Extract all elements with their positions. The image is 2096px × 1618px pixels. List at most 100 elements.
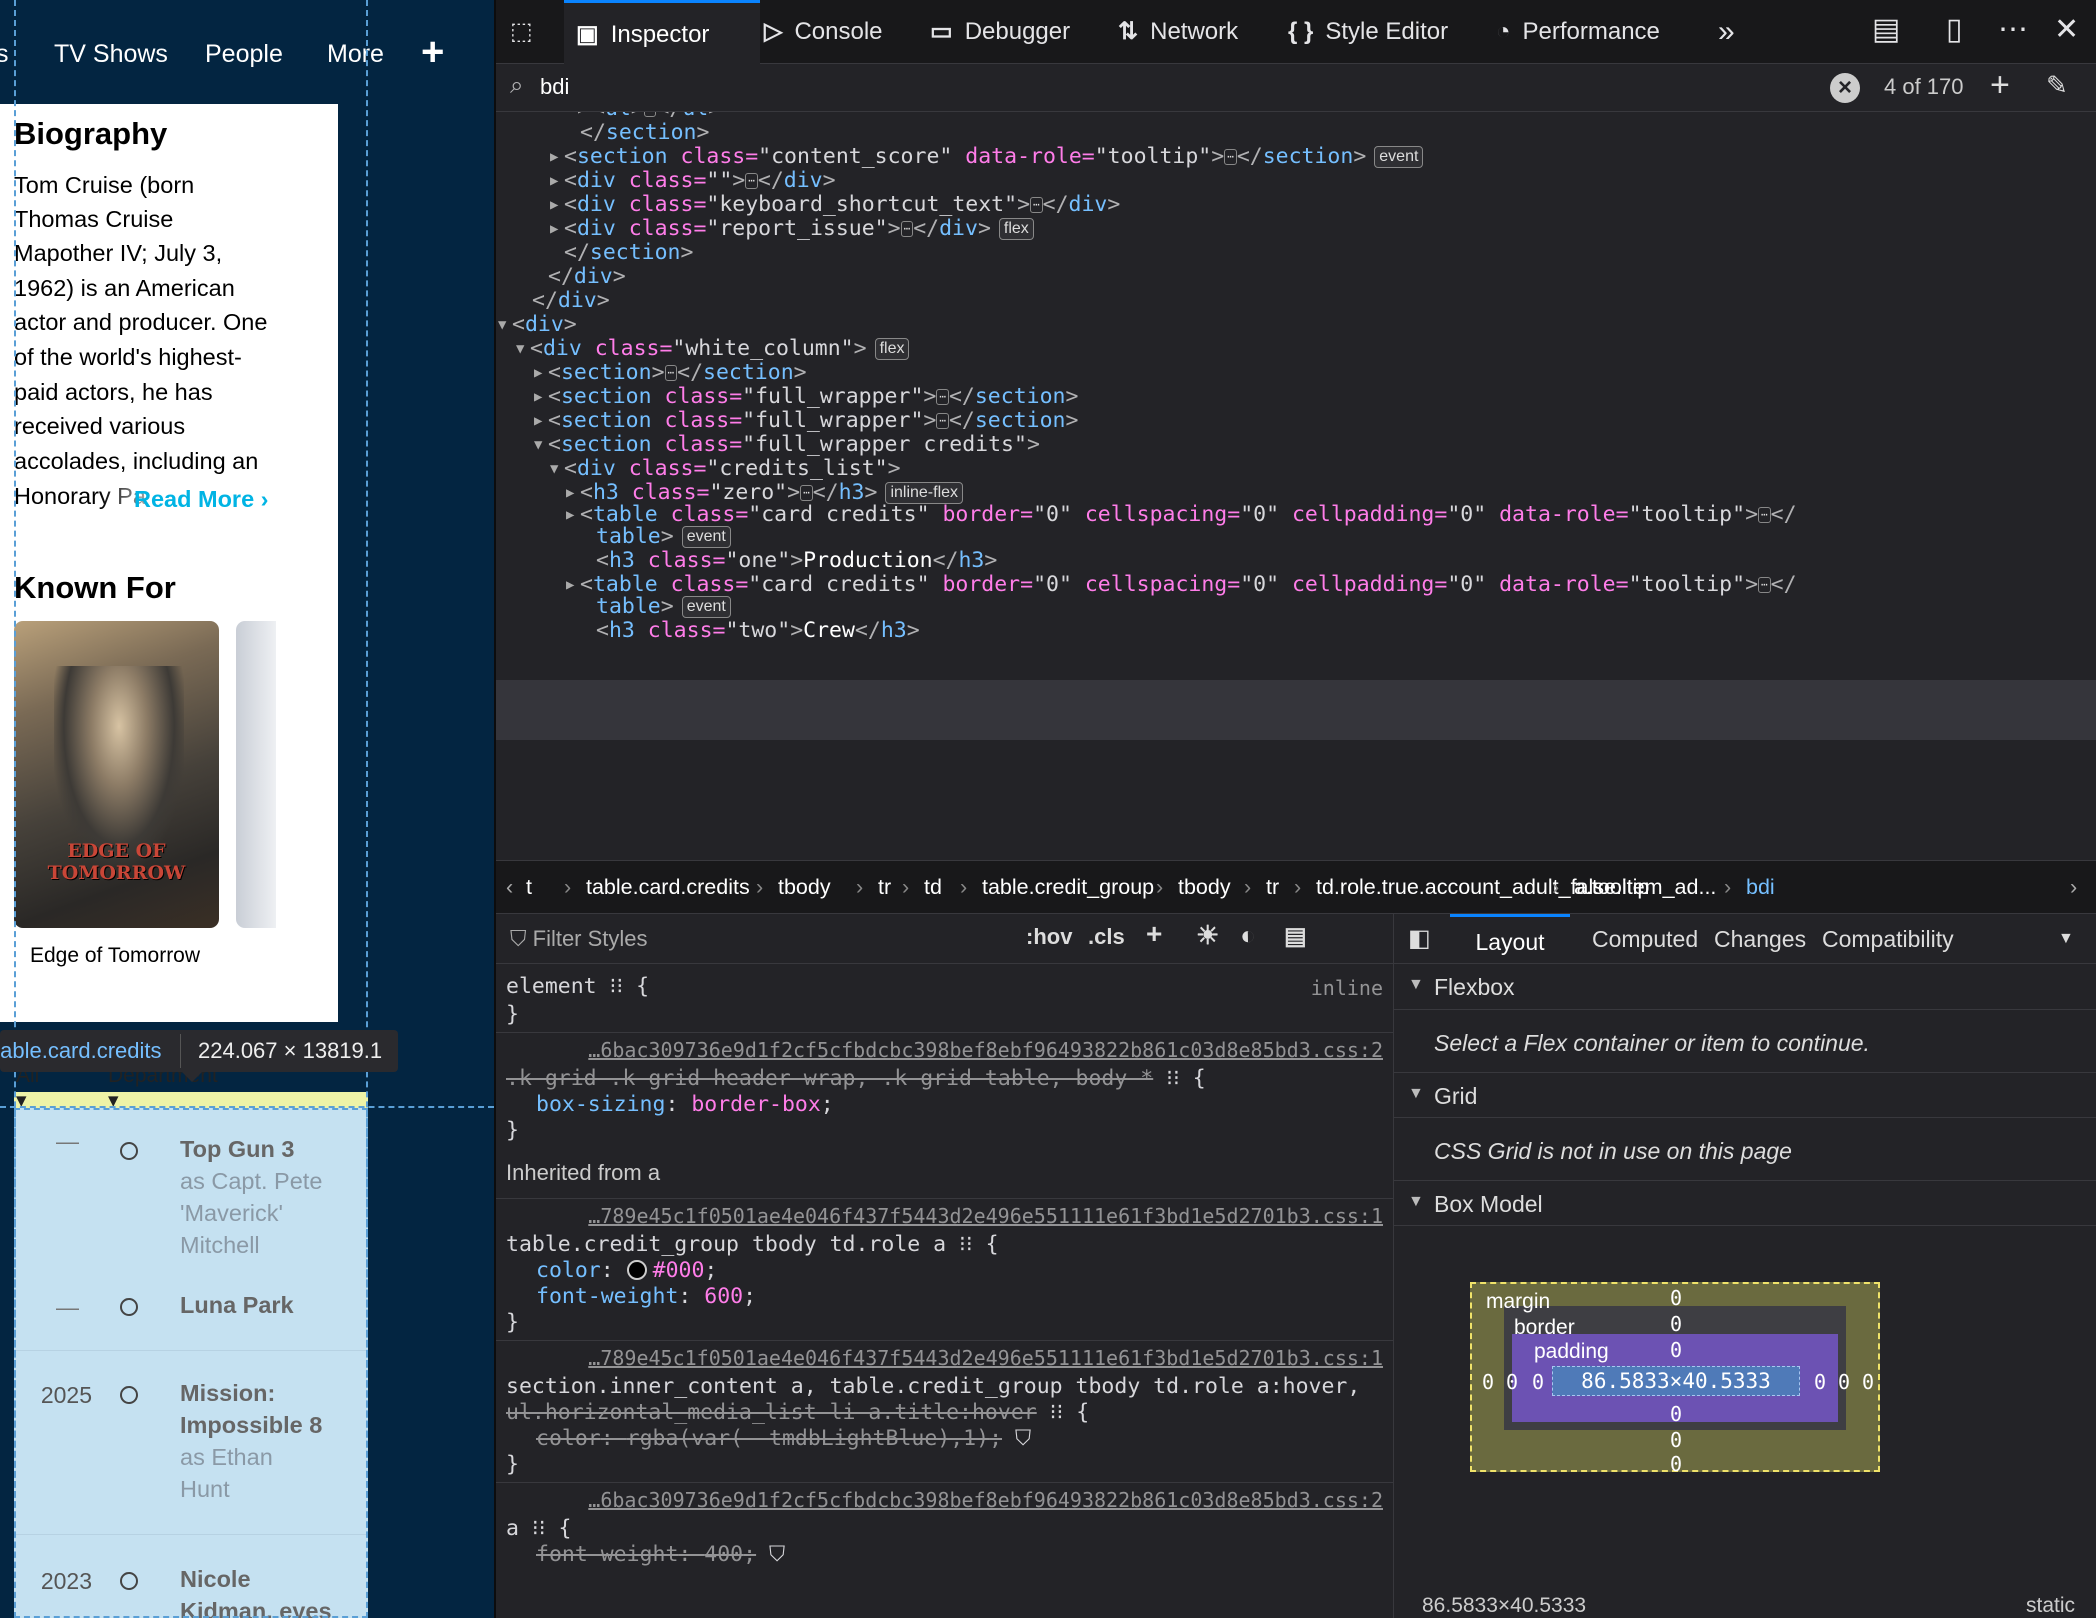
responsive-design-icon[interactable]: ▯ <box>1946 12 1963 47</box>
breadcrumb-item[interactable]: td.role.true.account_adult_false.item_ad… <box>1316 875 1716 900</box>
collapsed-ellipsis-icon[interactable]: ⋯ <box>745 173 758 189</box>
collapsed-ellipsis-icon[interactable]: ⋯ <box>900 221 914 237</box>
filter-styles-input[interactable]: ⛉ Filter Styles <box>510 926 648 952</box>
filter-icon[interactable]: ⛉ <box>769 1542 785 1567</box>
element-picker-icon[interactable]: ⬚ <box>510 0 550 64</box>
expand-down-icon[interactable]: ▼ <box>534 430 548 460</box>
node-badge[interactable]: flex <box>998 218 1034 240</box>
poster-caption[interactable]: Edge of Tomorrow <box>30 944 200 968</box>
plus-icon[interactable]: + <box>421 30 444 75</box>
markup-node-line[interactable]: ▶ <table class="card credits" border="0" … <box>566 500 1797 530</box>
tab-performance[interactable]: ◔ Performance <box>1496 0 1660 64</box>
padding-bottom-value[interactable]: 0 <box>1670 1402 1682 1426</box>
read-more-link[interactable]: Read More › <box>134 486 269 513</box>
collapsed-ellipsis-icon[interactable]: ⋯ <box>664 365 678 381</box>
rule-source-link[interactable]: …789e45c1f0501ae4e046f437f5443d2e496e551… <box>588 1204 1383 1228</box>
breadcrumb-item[interactable]: tr <box>1266 875 1279 900</box>
element-rule[interactable]: element ⁝⁝ { <box>506 972 649 1002</box>
more-tabs-chevron-icon[interactable]: » <box>1718 0 1735 64</box>
expand-down-icon[interactable]: ▼ <box>498 310 512 340</box>
node-badge[interactable]: flex <box>874 338 910 360</box>
nav-item-partial[interactable]: s <box>0 40 9 69</box>
box-model-content[interactable]: 86.5833×40.5333 <box>1552 1366 1800 1396</box>
expand-right-icon[interactable]: ▶ <box>566 570 580 600</box>
tab-computed[interactable]: Computed <box>1592 926 1698 953</box>
rule-declaration[interactable]: font-weight: 400; ⛉ <box>536 1540 785 1570</box>
node-badge[interactable]: event <box>681 596 731 618</box>
add-rule-icon[interactable]: + <box>1146 918 1162 950</box>
node-badge[interactable]: event <box>1374 146 1424 168</box>
eyedropper-icon[interactable]: ✎ <box>2046 70 2068 101</box>
tab-debugger[interactable]: ▭ Debugger <box>930 0 1070 64</box>
print-media-icon[interactable]: ▤ <box>1284 922 1307 951</box>
markup-node-line[interactable]: <h3 class="two">Crew</h3> <box>582 616 920 646</box>
breadcrumb-item[interactable]: tr <box>878 875 891 900</box>
breadcrumb-item[interactable]: a.tooltip <box>1574 875 1649 900</box>
breadcrumb-item[interactable]: td <box>924 875 942 900</box>
collapsed-ellipsis-icon[interactable]: ⋯ <box>643 112 657 117</box>
breadcrumb-item[interactable]: t <box>526 875 532 900</box>
classes-button[interactable]: .cls <box>1088 924 1125 950</box>
box-model-section-header[interactable]: ▼ Box Model <box>1394 1180 2096 1226</box>
tab-network[interactable]: ⇅ Network <box>1118 0 1238 64</box>
border-top-value[interactable]: 0 <box>1670 1312 1682 1336</box>
tab-style-editor[interactable]: { } Style Editor <box>1288 0 1448 64</box>
chevron-down-icon[interactable]: ▼ <box>2058 930 2074 948</box>
collapsed-ellipsis-icon[interactable]: ⋯ <box>1224 149 1237 165</box>
breadcrumb-item[interactable]: table.credit_group <box>982 875 1154 900</box>
markup-search-input[interactable] <box>540 70 1840 104</box>
color-swatch-icon[interactable] <box>626 1260 647 1280</box>
clear-search-icon[interactable]: × <box>1830 73 1860 103</box>
more-options-icon[interactable]: ⋯ <box>1998 12 2028 47</box>
margin-top-value[interactable]: 0 <box>1670 1286 1682 1310</box>
expand-down-icon[interactable]: ▼ <box>516 334 530 364</box>
padding-left-value[interactable]: 0 <box>1532 1370 1544 1394</box>
close-icon[interactable]: ✕ <box>2054 12 2079 47</box>
add-node-icon[interactable]: + <box>1990 66 2010 105</box>
movie-poster-partial[interactable] <box>236 621 276 928</box>
toggle-sidebar-icon[interactable]: ◧ <box>1408 924 1431 953</box>
light-scheme-icon[interactable]: ☀ <box>1196 920 1219 951</box>
margin-bottom-value[interactable]: 0 <box>1670 1452 1682 1476</box>
breadcrumb-scroll-left-icon[interactable]: ‹ <box>506 875 513 900</box>
markup-node-line[interactable]: ▶ <table class="card credits" border="0" … <box>566 570 1797 600</box>
hover-states-button[interactable]: :hov <box>1026 924 1072 950</box>
breadcrumb-item[interactable]: tbody <box>1178 875 1231 900</box>
border-left-value[interactable]: 0 <box>1506 1370 1518 1394</box>
flexbox-section-header[interactable]: ▼ Flexbox <box>1394 964 2096 1010</box>
collapsed-ellipsis-icon[interactable]: ⋯ <box>936 413 949 429</box>
padding-right-value[interactable]: 0 <box>1814 1370 1826 1394</box>
border-bottom-value[interactable]: 0 <box>1670 1428 1682 1452</box>
border-right-value[interactable]: 0 <box>1838 1370 1850 1394</box>
dock-side-icon[interactable]: ▤ <box>1872 12 1900 47</box>
rule-declaration[interactable]: color: rgba(var(--tmdbLightBlue),1); ⛉ <box>536 1424 1031 1454</box>
collapsed-ellipsis-icon[interactable]: ⋯ <box>1030 197 1043 213</box>
tab-layout[interactable]: Layout <box>1450 914 1570 964</box>
dark-scheme-icon[interactable]: ◐ <box>1240 920 1256 951</box>
breadcrumb-item[interactable]: bdi <box>1746 875 1775 900</box>
nav-item-tv-shows[interactable]: TV Shows <box>54 40 168 69</box>
rule-source-link[interactable]: …6bac309736e9d1f2cf5cfbdcbc398bef8ebf964… <box>588 1488 1383 1512</box>
collapsed-ellipsis-icon[interactable]: ⋯ <box>800 485 813 501</box>
breadcrumb-scroll-right-icon[interactable]: › <box>2070 875 2077 900</box>
breadcrumb-item[interactable]: tbody <box>778 875 831 900</box>
expand-down-icon[interactable]: ▼ <box>550 454 564 484</box>
tab-compatibility[interactable]: Compatibility <box>1822 926 1954 953</box>
nav-item-more[interactable]: More <box>327 40 384 69</box>
nav-item-people[interactable]: People <box>205 40 283 69</box>
margin-left-value[interactable]: 0 <box>1482 1370 1494 1394</box>
tab-changes[interactable]: Changes <box>1714 926 1806 953</box>
breadcrumb-item[interactable]: table.card.credits <box>586 875 750 900</box>
rule-source-link[interactable]: …789e45c1f0501ae4e046f437f5443d2e496e551… <box>588 1346 1383 1370</box>
rule-source-link[interactable]: …6bac309736e9d1f2cf5cfbdcbc398bef8ebf964… <box>588 1038 1383 1062</box>
expand-right-icon[interactable]: ▶ <box>566 500 580 530</box>
grid-section-header[interactable]: ▼ Grid <box>1394 1072 2096 1118</box>
movie-poster[interactable]: EDGE OF TOMORROW <box>14 621 219 928</box>
node-badge[interactable]: event <box>681 526 731 548</box>
padding-top-value[interactable]: 0 <box>1670 1338 1682 1362</box>
tab-inspector[interactable]: ▣ Inspector <box>564 0 760 64</box>
tab-console[interactable]: ▷ Console <box>764 0 883 64</box>
collapsed-ellipsis-icon[interactable]: ⋯ <box>1758 507 1771 523</box>
margin-right-value[interactable]: 0 <box>1862 1370 1874 1394</box>
collapsed-ellipsis-icon[interactable]: ⋯ <box>936 389 949 405</box>
